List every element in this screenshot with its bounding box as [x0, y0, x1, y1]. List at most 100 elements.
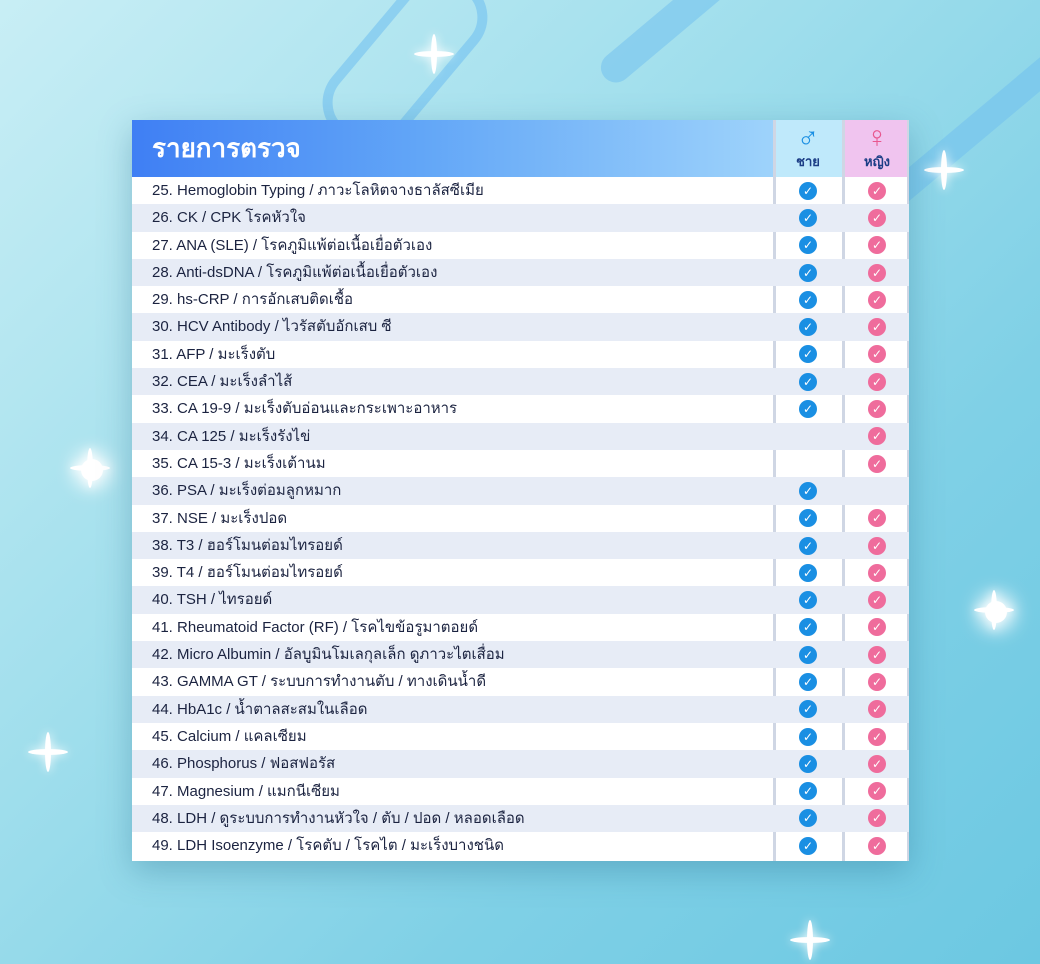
female-cell: ✓	[845, 532, 909, 559]
test-item-label: 32. CEA / มะเร็งลำไส้	[152, 373, 293, 391]
table-header: รายการตรวจ ♂ ชาย ♀ หญิง	[132, 120, 909, 177]
female-check-icon: ✓	[868, 372, 886, 391]
table-row: 33. CA 19-9 / มะเร็งตับอ่อนและกระเพาะอาห…	[132, 395, 909, 422]
table-row: 47. Magnesium / แมกนีเซียม ✓ ✓	[132, 778, 909, 805]
female-check-icon: ✓	[868, 427, 886, 446]
female-cell: ✓	[845, 723, 909, 750]
male-check-icon: ✓	[799, 345, 817, 364]
male-cell: ✓	[774, 177, 842, 204]
sparkle-icon	[414, 34, 454, 74]
female-cell: ✓	[845, 204, 909, 231]
test-item-label: 48. LDH / ดูระบบการทำงานหัวใจ / ตับ / ปอ…	[152, 809, 525, 827]
female-cell: ✓	[845, 641, 909, 668]
male-check-icon: ✓	[799, 263, 817, 282]
male-cell: ✓	[774, 505, 842, 532]
sparkle-icon	[70, 448, 110, 488]
table-row: 40. TSH / ไทรอยด์ ✓ ✓	[132, 586, 909, 614]
female-check-icon: ✓	[868, 727, 886, 746]
female-check-icon: ✓	[868, 290, 886, 309]
sparkle-icon	[81, 459, 103, 481]
female-check-icon: ✓	[868, 400, 886, 419]
male-check-icon: ✓	[799, 727, 817, 746]
test-item-label: 25. Hemoglobin Typing / ภาวะโลหิตจางธาลั…	[152, 182, 484, 199]
table-row: 27. ANA (SLE) / โรคภูมิแพ้ต่อเนื้อเยื่อต…	[132, 232, 909, 259]
test-item-label: 34. CA 125 / มะเร็งรังไข่	[152, 427, 311, 445]
table-row: 38. T3 / ฮอร์โมนต่อมไทรอยด์ ✓ ✓	[132, 531, 909, 560]
male-cell: ✓	[774, 832, 842, 859]
female-check-icon: ✓	[868, 618, 886, 637]
female-cell: ✓	[845, 341, 909, 368]
table-row: 32. CEA / มะเร็งลำไส้ ✓ ✓	[132, 368, 909, 396]
female-check-icon: ✓	[868, 454, 886, 473]
table-row: 29. hs-CRP / การอักเสบติดเชื้อ ✓ ✓	[132, 286, 909, 313]
male-cell: ✓	[774, 313, 842, 340]
table-row: 41. Rheumatoid Factor (RF) / โรคไขข้อรูม…	[132, 614, 909, 641]
table-row: 26. CK / CPK โรคหัวใจ ✓ ✓	[132, 204, 909, 232]
female-column-header: ♀ หญิง	[845, 120, 909, 177]
female-check-icon: ✓	[868, 645, 886, 664]
table-row: 39. T4 / ฮอร์โมนต่อมไทรอยด์ ✓ ✓	[132, 559, 909, 586]
test-item-label: 33. CA 19-9 / มะเร็งตับอ่อนและกระเพาะอาห…	[152, 400, 458, 418]
test-item-label: 49. LDH Isoenzyme / โรคตับ / โรคไต / มะเ…	[152, 837, 504, 855]
female-cell: ✓	[845, 232, 909, 259]
sparkle-icon	[924, 150, 964, 190]
test-item-label: 47. Magnesium / แมกนีเซียม	[152, 782, 340, 800]
female-cell: ✓	[845, 505, 909, 532]
female-cell: ✓	[845, 259, 909, 286]
male-check-icon: ✓	[799, 509, 817, 528]
female-check-icon: ✓	[868, 263, 886, 282]
table-row: 30. HCV Antibody / ไวรัสตับอักเสบ ซี ✓ ✓	[132, 313, 909, 341]
male-cell: ✓	[774, 641, 842, 668]
test-item-label: 45. Calcium / แคลเซียม	[152, 727, 307, 745]
table-row: 49. LDH Isoenzyme / โรคตับ / โรคไต / มะเ…	[132, 832, 909, 859]
female-cell: ✓	[845, 313, 909, 340]
table-body: 25. Hemoglobin Typing / ภาวะโลหิตจางธาลั…	[132, 177, 909, 859]
female-check-icon: ✓	[868, 836, 886, 855]
male-check-icon: ✓	[799, 700, 817, 719]
male-cell: ✓	[774, 778, 842, 805]
male-check-icon: ✓	[799, 563, 817, 582]
checkup-table: รายการตรวจ ♂ ชาย ♀ หญิง 25. Hemoglobin T…	[132, 120, 909, 861]
male-check-icon: ✓	[799, 318, 817, 337]
test-item-label: 36. PSA / มะเร็งต่อมลูกหมาก	[152, 482, 342, 500]
sparkle-icon	[974, 590, 1014, 630]
male-cell: ✓	[774, 286, 842, 313]
table-row: 48. LDH / ดูระบบการทำงานหัวใจ / ตับ / ปอ…	[132, 804, 909, 833]
male-check-icon: ✓	[799, 618, 817, 637]
male-check-icon: ✓	[799, 481, 817, 500]
female-cell: ✓	[845, 696, 909, 723]
female-check-icon: ✓	[868, 754, 886, 773]
table-title: รายการตรวจ	[132, 120, 774, 177]
male-check-icon: ✓	[799, 836, 817, 855]
test-item-label: 39. T4 / ฮอร์โมนต่อมไทรอยด์	[152, 564, 343, 582]
table-row: 35. CA 15-3 / มะเร็งเต้านม ✓	[132, 450, 909, 477]
female-check-icon: ✓	[868, 672, 886, 691]
test-item-label: 44. HbA1c / น้ำตาลสะสมในเลือด	[152, 700, 368, 718]
test-item-label: 30. HCV Antibody / ไวรัสตับอักเสบ ซี	[152, 318, 392, 336]
female-cell: ✓	[845, 614, 909, 641]
male-icon: ♂	[796, 121, 820, 154]
female-cell: ✓	[845, 395, 909, 422]
table-row: 37. NSE / มะเร็งปอด ✓ ✓	[132, 505, 909, 532]
female-check-icon: ✓	[868, 318, 886, 337]
female-cell: ✓	[845, 778, 909, 805]
male-check-icon: ✓	[799, 591, 817, 610]
male-cell: ✓	[774, 395, 842, 422]
table-row: 34. CA 125 / มะเร็งรังไข่ ✓	[132, 422, 909, 450]
male-cell: ✓	[774, 559, 842, 586]
male-cell: ✓	[774, 532, 842, 559]
female-check-icon: ✓	[868, 208, 886, 227]
female-check-icon: ✓	[868, 509, 886, 528]
male-check-icon: ✓	[799, 536, 817, 555]
female-check-icon: ✓	[868, 236, 886, 255]
test-item-label: 37. NSE / มะเร็งปอด	[152, 509, 288, 527]
female-cell: ✓	[845, 559, 909, 586]
female-check-icon: ✓	[868, 345, 886, 364]
male-check-icon: ✓	[799, 754, 817, 773]
test-item-label: 29. hs-CRP / การอักเสบติดเชื้อ	[152, 291, 354, 309]
male-cell: ✓	[774, 259, 842, 286]
female-cell: ✓	[845, 450, 909, 477]
male-cell: ✓	[774, 614, 842, 641]
female-cell: ✓	[845, 286, 909, 313]
sparkle-icon	[790, 920, 830, 960]
